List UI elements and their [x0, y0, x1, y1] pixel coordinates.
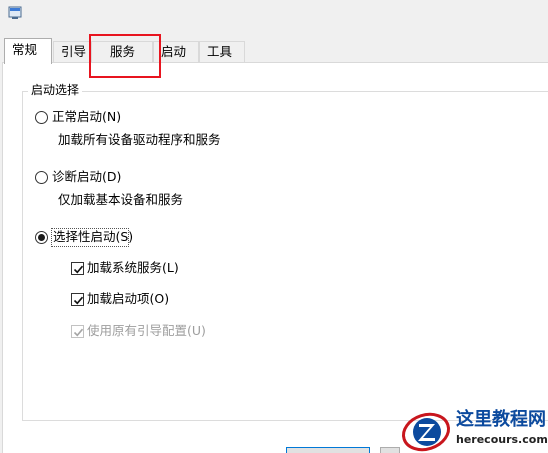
diagnostic-startup-label[interactable]: 诊断启动(D)	[52, 169, 121, 185]
load-system-services-label[interactable]: 加载系统服务(L)	[87, 260, 179, 276]
tab-startup-label: 启动	[161, 44, 187, 59]
cancel-button[interactable]	[380, 447, 400, 453]
checkmark-icon	[73, 296, 84, 305]
diagnostic-startup-description: 仅加载基本设备和服务	[58, 192, 184, 207]
watermark-logo-icon	[400, 409, 452, 453]
normal-startup-radio[interactable]	[35, 111, 48, 124]
watermark: 这里教程网 herecours.com	[400, 406, 548, 453]
services-tab-highlight	[89, 34, 161, 78]
tab-general-label: 常规	[12, 42, 38, 57]
watermark-site-url: herecours.com	[456, 433, 548, 446]
use-original-boot-config-label: 使用原有引导配置(U)	[87, 323, 206, 338]
normal-startup-label[interactable]: 正常启动(N)	[52, 109, 121, 125]
selective-startup-radio[interactable]	[35, 231, 48, 244]
diagnostic-startup-radio[interactable]	[35, 171, 48, 184]
selective-startup-label[interactable]: 选择性启动(S)	[53, 229, 133, 245]
tab-tools-label: 工具	[207, 44, 233, 59]
tab-general[interactable]: 常规	[4, 38, 52, 64]
tab-tools[interactable]: 工具	[199, 41, 245, 62]
use-original-boot-config-checkbox	[71, 325, 84, 338]
ok-button[interactable]	[286, 447, 370, 453]
tab-boot-label: 引导	[61, 44, 87, 59]
load-startup-items-checkbox[interactable]	[71, 293, 84, 306]
startup-selection-title: 启动选择	[28, 82, 83, 98]
load-startup-items-label[interactable]: 加载启动项(O)	[87, 291, 169, 307]
checkmark-icon	[73, 328, 84, 337]
watermark-site-name: 这里教程网	[456, 409, 546, 430]
checkmark-icon	[73, 265, 84, 274]
tab-boot[interactable]: 引导	[53, 41, 91, 62]
load-system-services-checkbox[interactable]	[71, 262, 84, 275]
normal-startup-description: 加载所有设备驱动程序和服务	[58, 132, 221, 147]
msconfig-app-icon	[8, 6, 22, 20]
